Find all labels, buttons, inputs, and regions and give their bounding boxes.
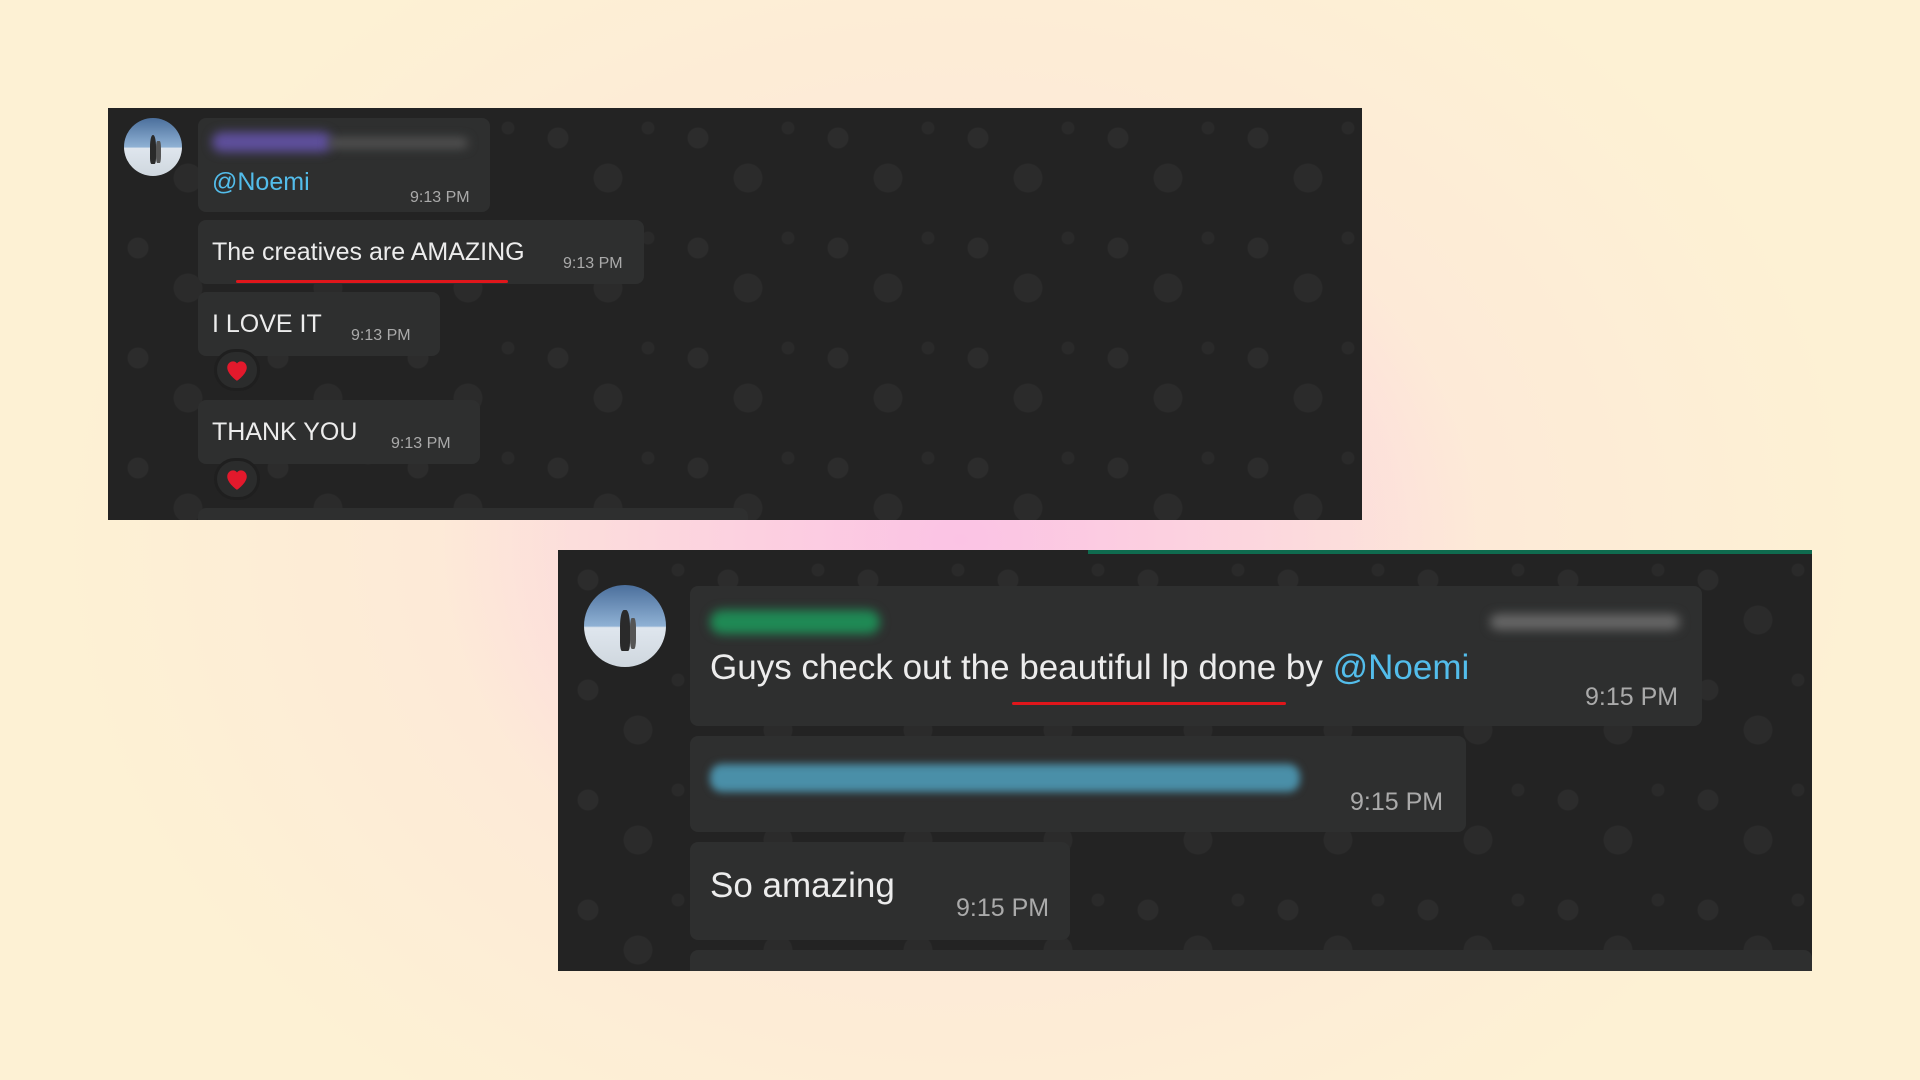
- message-text-body: Guys check out the beautiful lp done by: [710, 648, 1333, 687]
- message-bubble-mention[interactable]: @Noemi 9:13 PM: [198, 118, 490, 212]
- message-bubble-link[interactable]: 9:15 PM: [690, 736, 1466, 832]
- message-bubble-partial: [690, 950, 1812, 971]
- message-bubble-announcement[interactable]: Guys check out the beautiful lp done by …: [690, 586, 1702, 726]
- message-text: The creatives are AMAZING: [212, 238, 525, 266]
- sender-avatar[interactable]: [584, 585, 666, 667]
- message-time: 9:15 PM: [1350, 788, 1444, 816]
- message-time: 9:13 PM: [391, 435, 451, 452]
- message-time: 9:13 PM: [410, 189, 470, 206]
- message-text: I LOVE IT: [212, 310, 322, 338]
- avatar-figure: [149, 135, 157, 165]
- message-bubble-love-it[interactable]: I LOVE IT 9:13 PM: [198, 292, 440, 356]
- mention-noemi[interactable]: @Noemi: [212, 168, 310, 197]
- message-time: 9:13 PM: [563, 255, 623, 272]
- message-text: Guys check out the beautiful lp done by …: [710, 648, 1469, 688]
- message-time: 9:15 PM: [1585, 683, 1679, 711]
- message-time: 9:13 PM: [351, 327, 411, 344]
- redacted-link[interactable]: [710, 764, 1300, 792]
- redacted-sender-name: [710, 610, 880, 634]
- avatar-figure-2: [156, 141, 162, 164]
- message-time: 9:15 PM: [956, 894, 1050, 922]
- message-text: So amazing: [710, 866, 895, 905]
- redacted-sender-name: [212, 132, 332, 152]
- message-text: THANK YOU: [212, 418, 358, 446]
- redacted-sender-phone: [328, 138, 468, 148]
- message-bubble-thank-you[interactable]: THANK YOU 9:13 PM: [198, 400, 480, 464]
- reaction-heart-chip[interactable]: [214, 458, 260, 500]
- sender-avatar[interactable]: [124, 118, 182, 176]
- red-heart-icon: [227, 361, 247, 381]
- chat-screenshot-2: Guys check out the beautiful lp done by …: [558, 550, 1812, 971]
- mention-noemi[interactable]: @Noemi: [1333, 648, 1470, 687]
- reaction-heart-chip[interactable]: [214, 349, 260, 391]
- message-bubble-creatives[interactable]: The creatives are AMAZING 9:13 PM: [198, 220, 644, 284]
- highlight-underline: [1012, 702, 1286, 705]
- highlight-underline: [236, 280, 508, 283]
- redacted-sender-phone: [1490, 614, 1680, 630]
- avatar-figure: [620, 609, 630, 651]
- avatar-figure-2: [629, 617, 637, 649]
- message-bubble-partial: [198, 508, 748, 520]
- message-bubble-so-amazing[interactable]: So amazing 9:15 PM: [690, 842, 1070, 940]
- chat-screenshot-1: @Noemi 9:13 PM The creatives are AMAZING…: [108, 108, 1362, 520]
- top-accent-bar: [1088, 550, 1812, 554]
- red-heart-icon: [227, 470, 247, 490]
